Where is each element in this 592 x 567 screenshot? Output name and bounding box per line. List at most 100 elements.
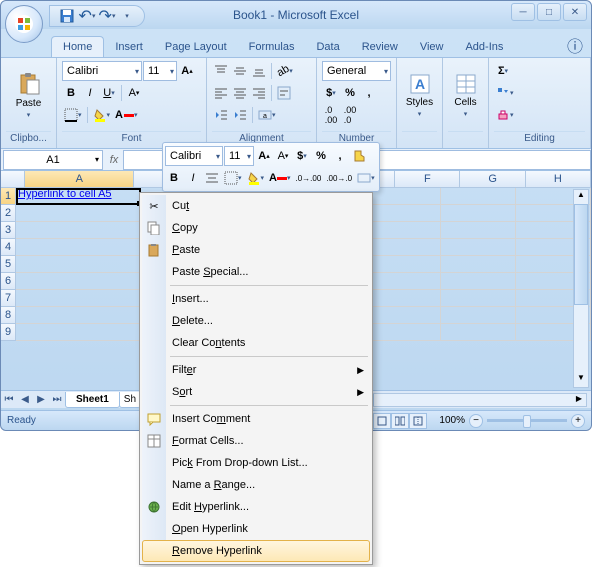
menu-cut[interactable]: ✂Cut <box>142 195 370 217</box>
mini-italic[interactable]: I <box>184 167 202 189</box>
comma-format-button[interactable]: , <box>360 83 378 103</box>
styles-button[interactable]: AStyles▾ <box>402 61 437 129</box>
wrap-text-button[interactable] <box>275 83 293 103</box>
mini-shrink-font[interactable]: A▾ <box>274 145 292 167</box>
number-format-combo[interactable]: General <box>322 61 391 81</box>
cell[interactable] <box>366 273 441 290</box>
normal-view-button[interactable] <box>373 413 391 429</box>
row-header-7[interactable]: 7 <box>1 290 16 307</box>
tab-home[interactable]: Home <box>51 36 104 57</box>
page-break-view-button[interactable] <box>409 413 427 429</box>
zoom-slider[interactable] <box>487 419 567 422</box>
autosum-button[interactable]: Σ▾ <box>494 61 512 81</box>
align-middle-button[interactable] <box>231 61 249 81</box>
cell[interactable] <box>16 222 141 239</box>
cell[interactable] <box>16 239 141 256</box>
shrink-font-button[interactable]: A▾ <box>125 83 143 103</box>
cell[interactable] <box>441 222 516 239</box>
tab-formulas[interactable]: Formulas <box>238 37 306 57</box>
menu-filter[interactable]: Filter▶ <box>142 359 370 381</box>
cells-button[interactable]: Cells▾ <box>448 61 483 129</box>
cell[interactable] <box>16 290 141 307</box>
name-box[interactable]: A1 <box>3 150 103 170</box>
fill-button[interactable]: ▾ <box>494 83 516 103</box>
fill-color-button[interactable]: ▾ <box>91 105 113 125</box>
merge-center-button[interactable]: a▾ <box>256 105 278 125</box>
menu-clear-contents[interactable]: Clear Contents <box>142 332 370 354</box>
mini-percent[interactable]: % <box>312 145 330 167</box>
font-color-button[interactable]: A▾ <box>113 105 139 125</box>
cell[interactable] <box>16 273 141 290</box>
cell[interactable] <box>441 256 516 273</box>
tab-insert[interactable]: Insert <box>104 37 154 57</box>
cell[interactable] <box>441 290 516 307</box>
mini-bold[interactable]: B <box>165 167 183 189</box>
zoom-out-button[interactable]: − <box>469 414 483 428</box>
save-button[interactable] <box>58 7 76 25</box>
first-sheet-button[interactable]: ⏮ <box>1 394 17 405</box>
row-header-5[interactable]: 5 <box>1 256 16 273</box>
mini-comma[interactable]: , <box>331 145 349 167</box>
vertical-scrollbar[interactable]: ▲ ▼ <box>573 189 589 388</box>
tab-addins[interactable]: Add-Ins <box>454 37 514 57</box>
cell[interactable] <box>441 205 516 222</box>
cell[interactable] <box>16 324 141 341</box>
undo-button[interactable]: ↶▾ <box>78 7 96 25</box>
row-header-9[interactable]: 9 <box>1 324 16 341</box>
minimize-button[interactable]: ─ <box>511 3 535 21</box>
underline-button[interactable]: U▾ <box>100 83 118 103</box>
menu-paste[interactable]: Paste <box>142 239 370 261</box>
column-header-f[interactable]: F <box>395 171 460 187</box>
mini-dec-decimal[interactable]: .00→.0 <box>324 167 354 189</box>
mini-grow-font[interactable]: A▴ <box>255 145 273 167</box>
office-button[interactable] <box>5 5 43 43</box>
zoom-level[interactable]: 100% <box>439 415 465 426</box>
orientation-button[interactable]: ab▾ <box>275 61 295 81</box>
decrease-decimal-button[interactable]: .00.0 <box>341 105 359 125</box>
align-center-button[interactable] <box>231 83 249 103</box>
cell[interactable] <box>16 205 141 222</box>
scroll-down-button[interactable]: ▼ <box>574 373 588 387</box>
cell[interactable] <box>16 256 141 273</box>
borders-button[interactable]: ▾ <box>62 105 84 125</box>
mini-font-name[interactable]: Calibri <box>165 146 223 166</box>
menu-delete[interactable]: Delete... <box>142 310 370 332</box>
row-header-8[interactable]: 8 <box>1 307 16 324</box>
cell[interactable] <box>441 188 516 205</box>
fx-button[interactable]: fx <box>105 154 123 166</box>
cell[interactable] <box>366 205 441 222</box>
bold-button[interactable]: B <box>62 83 80 103</box>
cell[interactable] <box>16 307 141 324</box>
row-header-1[interactable]: 1 <box>1 188 16 205</box>
cell[interactable] <box>366 239 441 256</box>
cell[interactable] <box>366 290 441 307</box>
tab-view[interactable]: View <box>409 37 455 57</box>
percent-format-button[interactable]: % <box>341 83 359 103</box>
scroll-up-button[interactable]: ▲ <box>574 190 588 204</box>
help-button[interactable]: ⓘ <box>567 33 583 57</box>
column-header-g[interactable]: G <box>460 171 525 187</box>
mini-align-center[interactable] <box>203 167 221 189</box>
menu-insert[interactable]: Insert... <box>142 288 370 310</box>
sheet-tab-sheet1[interactable]: Sheet1 <box>65 392 120 408</box>
redo-button[interactable]: ↷▾ <box>98 7 116 25</box>
align-right-button[interactable] <box>250 83 268 103</box>
zoom-in-button[interactable]: + <box>571 414 585 428</box>
close-button[interactable]: ✕ <box>563 3 587 21</box>
mini-fill-color[interactable]: ▾ <box>245 167 267 189</box>
align-bottom-button[interactable] <box>250 61 268 81</box>
tab-data[interactable]: Data <box>305 37 350 57</box>
mini-inc-decimal[interactable]: .0→.00 <box>294 167 324 189</box>
scroll-right-button[interactable]: ▶ <box>572 394 586 406</box>
menu-copy[interactable]: Copy <box>142 217 370 239</box>
menu-insert-comment[interactable]: Insert Comment <box>142 408 370 430</box>
select-all-corner[interactable] <box>1 171 25 187</box>
cell[interactable] <box>441 273 516 290</box>
qat-customize[interactable]: ▾ <box>118 7 136 25</box>
cell[interactable] <box>366 256 441 273</box>
paste-button[interactable]: Paste▾ <box>6 61 51 129</box>
menu-paste-special[interactable]: Paste Special... <box>142 261 370 283</box>
column-header-h[interactable]: H <box>526 171 591 187</box>
next-sheet-button[interactable]: ▶ <box>33 394 49 405</box>
accounting-format-button[interactable]: $▾ <box>322 83 340 103</box>
